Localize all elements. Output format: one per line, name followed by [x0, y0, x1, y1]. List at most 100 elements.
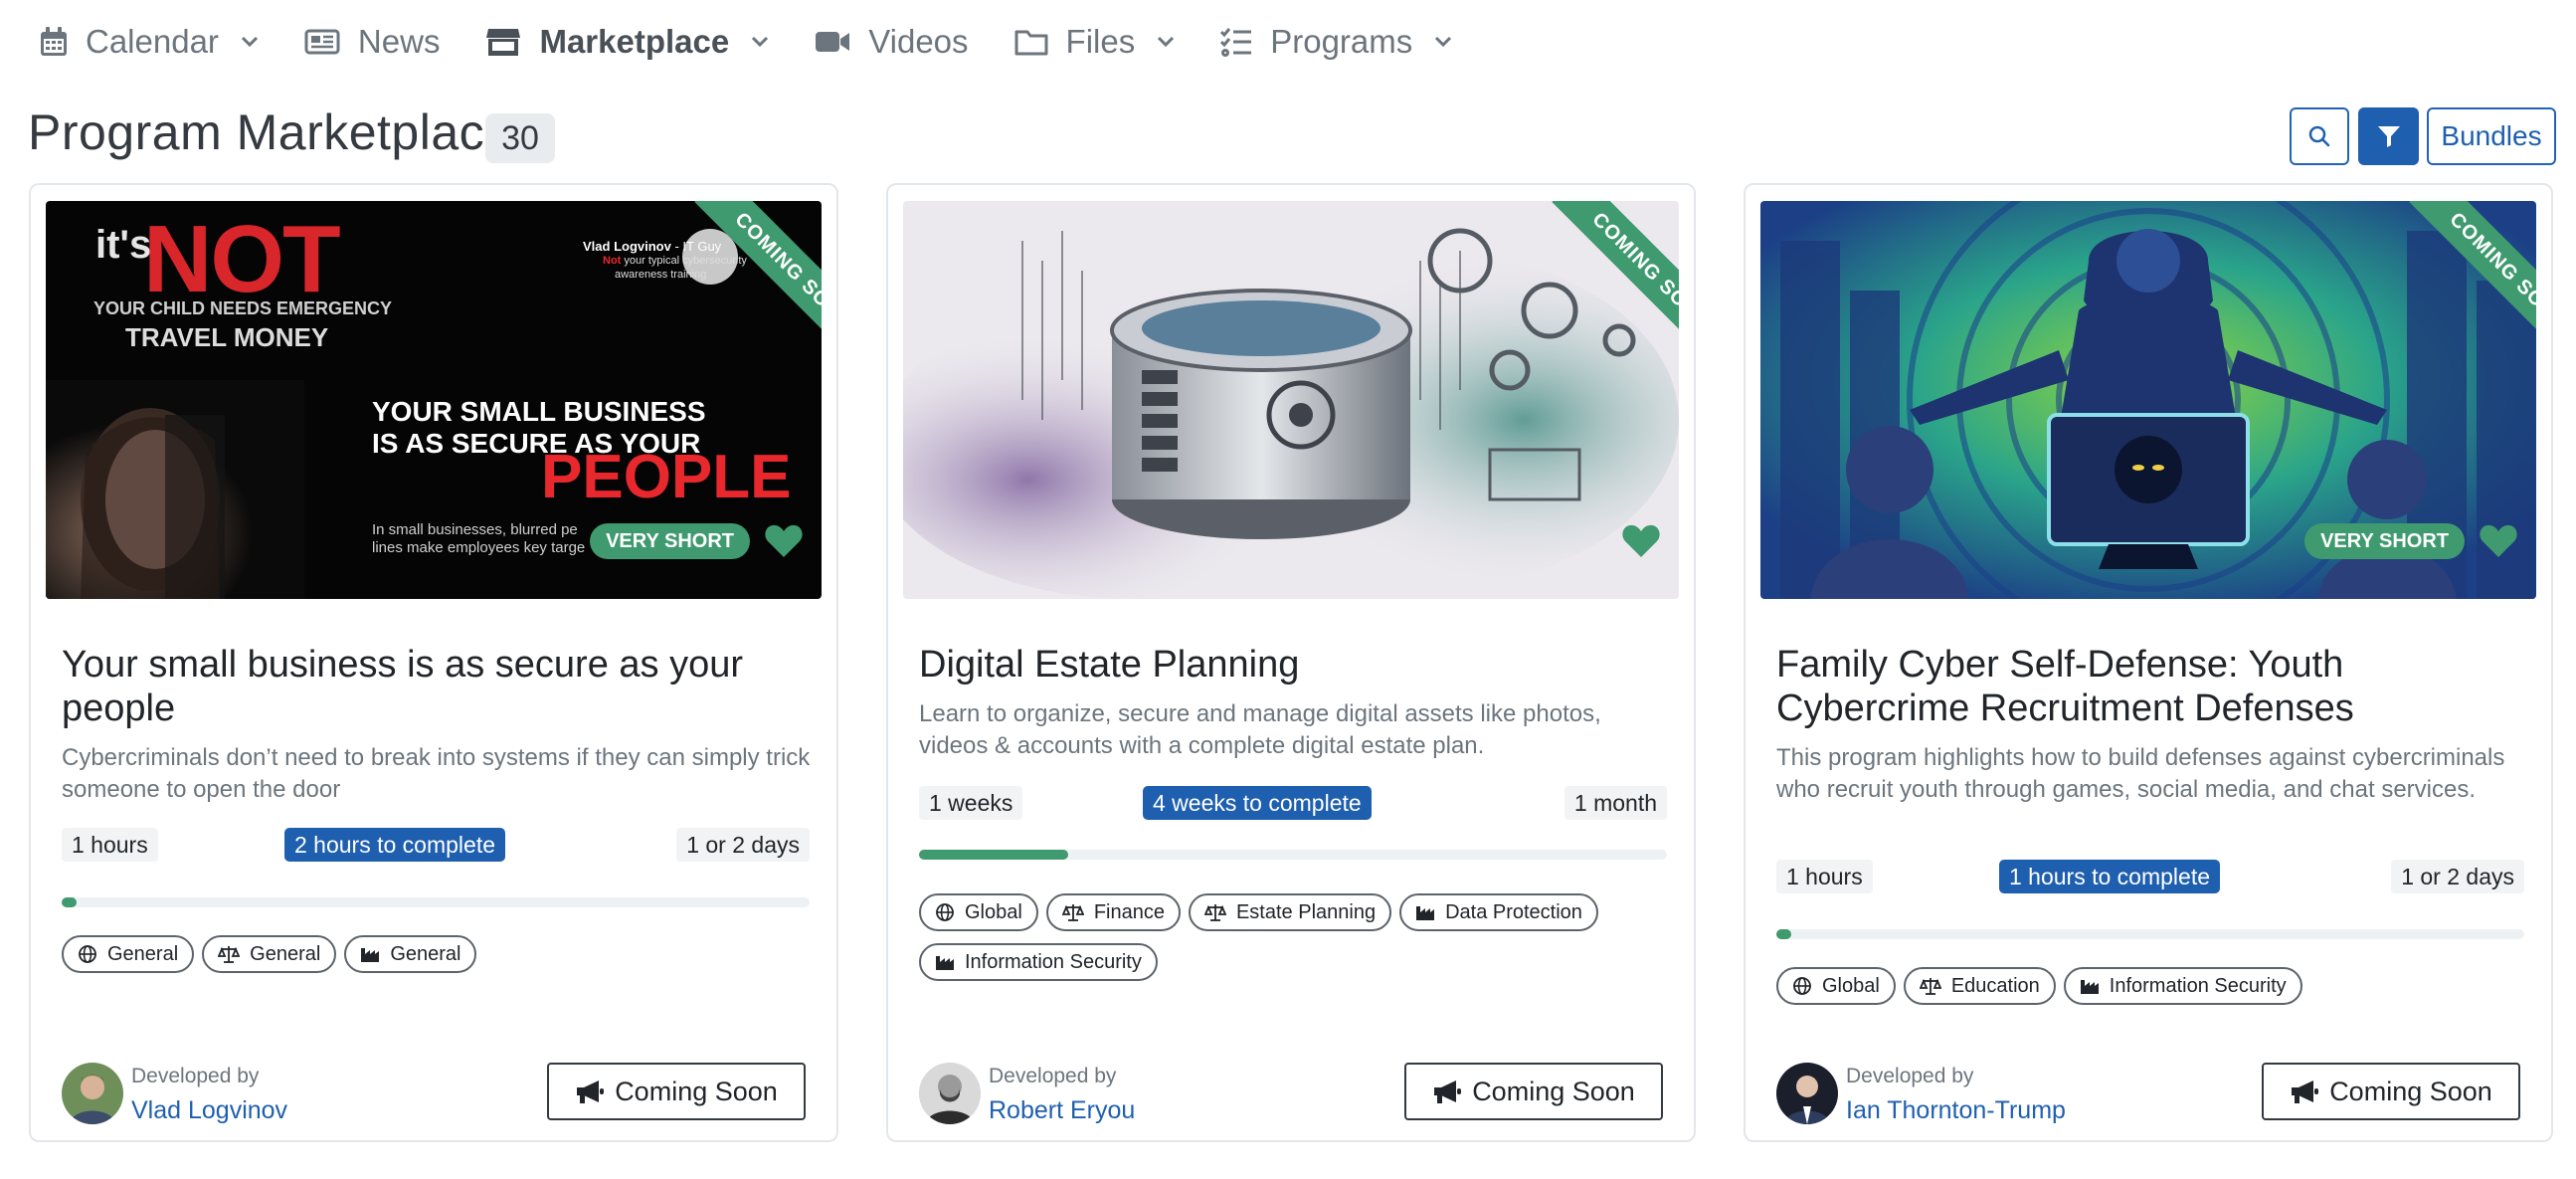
- nav-videos[interactable]: Videos: [815, 23, 969, 61]
- tag-label: Estate Planning: [1235, 900, 1377, 923]
- image-text-child-line2: TRAVEL MONEY: [125, 322, 329, 352]
- duration-tag: VERY SHORT: [590, 523, 750, 559]
- program-description: Cybercriminals don’t need to break into …: [62, 744, 811, 803]
- program-count-badge: 30: [485, 113, 555, 163]
- megaphone-icon: [2292, 1081, 2319, 1103]
- tag-chip[interactable]: Education: [1903, 967, 2056, 1005]
- program-duration: 1 or 2 days: [2391, 860, 2524, 893]
- progress-fill: [919, 850, 1069, 860]
- tag-chip[interactable]: Estate Planning: [1188, 893, 1392, 931]
- scale-icon: [1919, 978, 1941, 995]
- progress-fill: [1776, 929, 1792, 939]
- megaphone-icon: [577, 1081, 605, 1103]
- program-meta-row: 1 hours 1 hours to complete 1 or 2 days: [1776, 860, 2524, 893]
- developer-name-link[interactable]: Robert Eryou: [989, 1096, 1135, 1125]
- session-length: 1 hours: [1776, 860, 1873, 893]
- program-title[interactable]: Family Cyber Self-Defense: Youth Cybercr…: [1776, 643, 2532, 730]
- program-thumbnail[interactable]: COMING SOON VERY SHORT: [1760, 201, 2536, 599]
- nav-news[interactable]: News: [304, 23, 440, 61]
- developer-avatar: [919, 1063, 981, 1124]
- session-length: 1 weeks: [919, 786, 1023, 820]
- program-card[interactable]: COMING SOON Digital Estate Planning Lear…: [886, 183, 1696, 1142]
- coming-soon-ribbon: COMING SOON: [1522, 201, 1679, 358]
- nav-marketplace[interactable]: Marketplace: [485, 23, 769, 61]
- coming-soon-button-label: Coming Soon: [615, 1076, 778, 1106]
- tag-list: General General General: [62, 935, 818, 973]
- industry-icon: [936, 956, 954, 970]
- program-thumbnail[interactable]: it's NOT YOUR CHILD NEEDS EMERGENCY TRAV…: [46, 201, 822, 599]
- coming-soon-ribbon-label: COMING SOON: [694, 201, 822, 358]
- coming-soon-button[interactable]: Coming Soon: [1404, 1063, 1663, 1120]
- program-title[interactable]: Your small business is as secure as your…: [62, 643, 818, 730]
- image-author-name: Vlad Logvinov: [583, 239, 671, 254]
- program-description: Learn to organize, secure and manage dig…: [919, 700, 1601, 759]
- coming-soon-ribbon: COMING SOON: [664, 201, 822, 358]
- nav-programs[interactable]: Programs: [1220, 23, 1452, 61]
- heart-icon[interactable]: [764, 523, 804, 559]
- time-to-complete-badge: 1 hours to complete: [1999, 860, 2221, 893]
- program-meta-row: 1 weeks 4 weeks to complete 1 month: [919, 786, 1667, 820]
- image-small-line1: In small businesses, blurred pe: [372, 521, 578, 538]
- program-card[interactable]: it's NOT YOUR CHILD NEEDS EMERGENCY TRAV…: [29, 183, 838, 1142]
- progress-bar: [919, 850, 1667, 860]
- coming-soon-ribbon-label: COMING SOON: [2409, 201, 2536, 358]
- developer-avatar: [62, 1063, 123, 1124]
- program-duration: 1 or 2 days: [676, 828, 810, 862]
- tag-chip[interactable]: Global: [1776, 967, 1896, 1005]
- tag-label: Data Protection: [1445, 900, 1582, 923]
- developer-label: Developed by: [989, 1065, 1117, 1087]
- heart-icon[interactable]: [2479, 523, 2518, 559]
- nav-files-label: Files: [1065, 23, 1136, 60]
- newspaper-icon: [304, 29, 340, 55]
- nav-calendar-label: Calendar: [86, 23, 219, 60]
- nav-programs-label: Programs: [1270, 23, 1413, 60]
- bundles-button[interactable]: Bundles: [2427, 107, 2556, 165]
- filter-button[interactable]: [2358, 107, 2419, 165]
- developer-name-link[interactable]: Ian Thornton-Trump: [1846, 1096, 2066, 1125]
- tag-chip[interactable]: General: [344, 935, 477, 973]
- program-description: This program highlights how to build def…: [1776, 744, 2505, 803]
- developer-label: Developed by: [131, 1065, 260, 1087]
- nav-videos-label: Videos: [868, 23, 969, 60]
- scale-icon: [1203, 904, 1226, 921]
- progress-bar: [1776, 929, 2524, 939]
- developer-avatar: [1776, 1063, 1838, 1124]
- tag-label: Finance: [1093, 900, 1165, 923]
- program-thumbnail[interactable]: COMING SOON: [903, 201, 1679, 599]
- developer-label: Developed by: [1846, 1065, 1974, 1087]
- tag-chip[interactable]: Global: [919, 893, 1038, 931]
- coming-soon-button-label: Coming Soon: [1472, 1076, 1635, 1106]
- scale-icon: [218, 946, 241, 963]
- tag-chip[interactable]: Information Security: [919, 943, 1158, 981]
- industry-icon: [1416, 906, 1435, 920]
- folder-icon: [1014, 30, 1048, 56]
- tag-chip[interactable]: General: [62, 935, 195, 973]
- top-navigation: Calendar News Marketplace Videos Files P…: [40, 14, 1498, 70]
- heart-icon[interactable]: [1621, 523, 1661, 559]
- program-title[interactable]: Digital Estate Planning: [919, 643, 1675, 687]
- image-text-child-line1: YOUR CHILD NEEDS EMERGENCY: [93, 298, 393, 318]
- tag-chip[interactable]: General: [202, 935, 337, 973]
- tag-chip[interactable]: Finance: [1045, 893, 1181, 931]
- coming-soon-button[interactable]: Coming Soon: [2262, 1063, 2520, 1120]
- image-small-line2: lines make employees key targe: [372, 539, 586, 556]
- tag-label: Information Security: [965, 950, 1142, 973]
- nav-files[interactable]: Files: [1014, 23, 1176, 61]
- nav-calendar[interactable]: Calendar: [40, 23, 259, 61]
- program-card[interactable]: COMING SOON VERY SHORT Family Cyber Self…: [1744, 183, 2553, 1142]
- developer-name-link[interactable]: Vlad Logvinov: [131, 1096, 287, 1125]
- search-button[interactable]: [2290, 107, 2349, 165]
- tag-label: Global: [1822, 974, 1880, 997]
- tag-chip[interactable]: Information Security: [2063, 967, 2302, 1005]
- coming-soon-ribbon: COMING SOON: [2379, 201, 2536, 358]
- globe-icon: [1793, 977, 1811, 995]
- image-headline-line1: YOUR SMALL BUSINESS: [372, 396, 706, 427]
- coming-soon-button[interactable]: Coming Soon: [547, 1063, 806, 1120]
- filter-icon: [2377, 126, 2400, 147]
- tag-chip[interactable]: Data Protection: [1399, 893, 1598, 931]
- list-check-icon: [1220, 28, 1252, 57]
- tag-label: General: [107, 942, 179, 965]
- page-title: Program Marketplace: [28, 104, 513, 160]
- image-author-sub-not: Not: [603, 255, 622, 267]
- coming-soon-ribbon-label: COMING SOON: [1552, 201, 1679, 358]
